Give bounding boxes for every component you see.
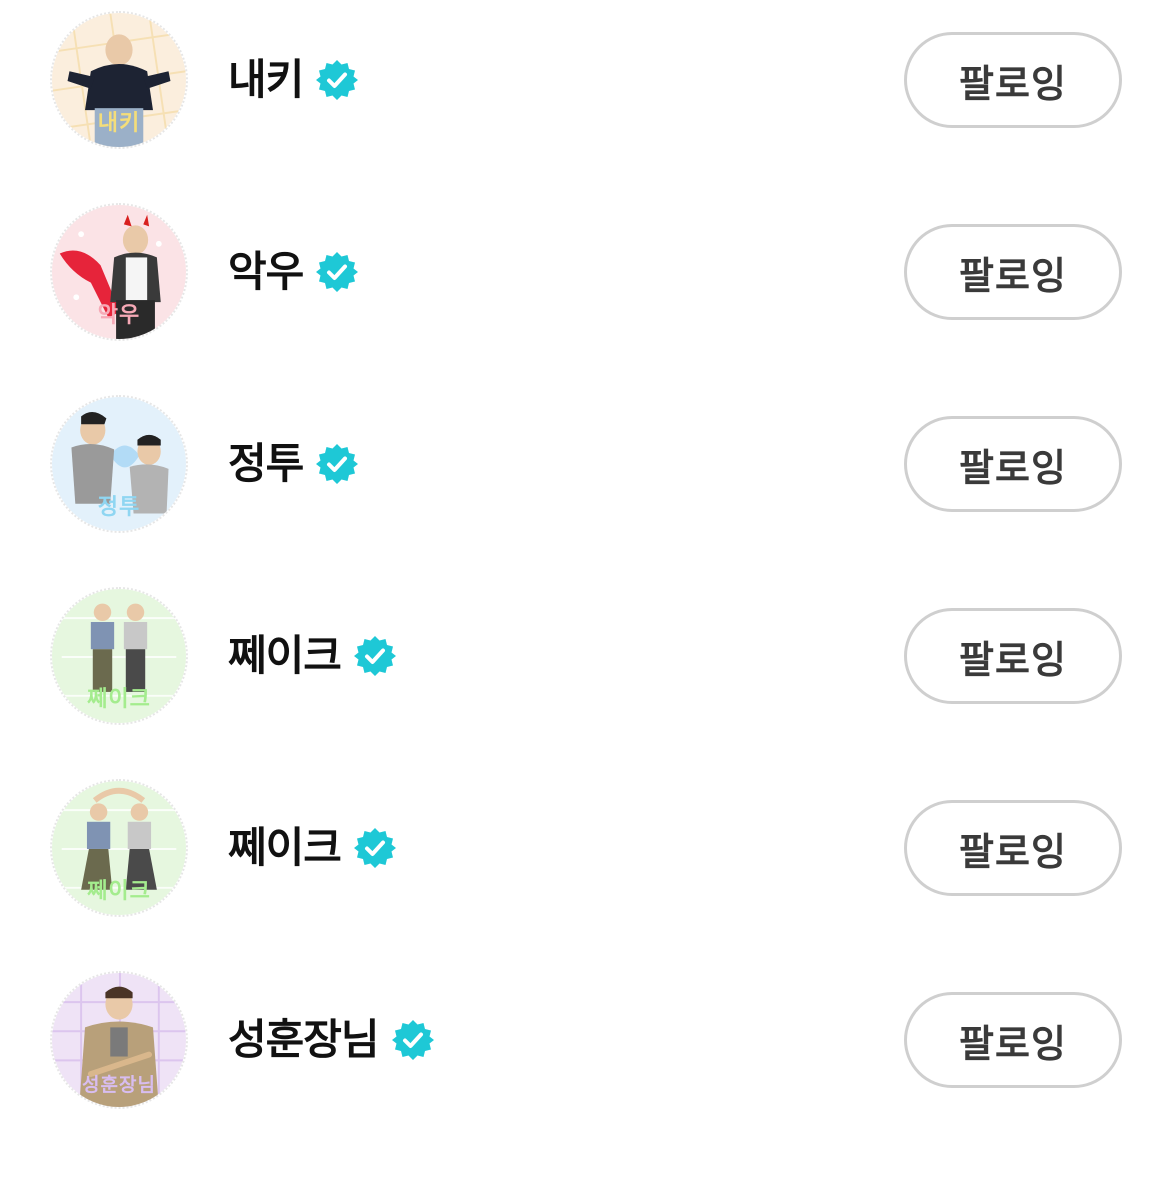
avatar[interactable]: 악우 — [50, 203, 188, 341]
username[interactable]: 내키 — [228, 52, 304, 108]
following-list: 내키 내키 팔로잉 악우 악우 팔로잉 정투 정투 팔로잉 쩨이크 쩨이크 팔로… — [0, 0, 1170, 1190]
following-button[interactable]: 팔로잉 — [904, 608, 1122, 704]
avatar-caption: 쩨이크 — [87, 879, 151, 904]
following-button[interactable]: 팔로잉 — [904, 416, 1122, 512]
avatar-caption: 내키 — [97, 111, 141, 136]
verified-badge-icon — [315, 250, 359, 294]
list-item[interactable]: 정투 정투 팔로잉 — [0, 384, 1170, 544]
following-button[interactable]: 팔로잉 — [904, 992, 1122, 1088]
name-group[interactable]: 쩨이크 — [228, 820, 397, 876]
list-item[interactable]: 악우 악우 팔로잉 — [0, 192, 1170, 352]
avatar[interactable]: 성훈장님 — [50, 971, 188, 1109]
verified-badge-icon — [353, 634, 397, 678]
name-group[interactable]: 성훈장님 — [228, 1012, 435, 1068]
avatar[interactable]: 쩨이크 — [50, 587, 188, 725]
name-group[interactable]: 정투 — [228, 436, 359, 492]
avatar-caption: 성훈장님 — [82, 1074, 156, 1096]
verified-badge-icon — [391, 1018, 435, 1062]
username[interactable]: 쩨이크 — [228, 628, 342, 684]
name-group[interactable]: 쩨이크 — [228, 628, 397, 684]
avatar[interactable]: 내키 — [50, 11, 188, 149]
avatar-caption: 정투 — [97, 495, 141, 520]
following-button[interactable]: 팔로잉 — [904, 800, 1122, 896]
verified-badge-icon — [315, 442, 359, 486]
username[interactable]: 악우 — [228, 244, 304, 300]
list-item[interactable]: 쩨이크 쩨이크 팔로잉 — [0, 576, 1170, 736]
name-group[interactable]: 악우 — [228, 244, 359, 300]
list-item[interactable]: 쩨이크 쩨이크 팔로잉 — [0, 768, 1170, 928]
following-button[interactable]: 팔로잉 — [904, 32, 1122, 128]
avatar-caption: 악우 — [97, 303, 141, 328]
name-group[interactable]: 내키 — [228, 52, 359, 108]
list-item[interactable]: 내키 내키 팔로잉 — [0, 0, 1170, 160]
list-item[interactable]: 성훈장님 성훈장님 팔로잉 — [0, 960, 1170, 1120]
username[interactable]: 쩨이크 — [228, 820, 342, 876]
username[interactable]: 성훈장님 — [228, 1012, 380, 1068]
following-button[interactable]: 팔로잉 — [904, 224, 1122, 320]
avatar[interactable]: 쩨이크 — [50, 779, 188, 917]
verified-badge-icon — [315, 58, 359, 102]
username[interactable]: 정투 — [228, 436, 304, 492]
avatar-caption: 쩨이크 — [87, 687, 151, 712]
avatar[interactable]: 정투 — [50, 395, 188, 533]
verified-badge-icon — [353, 826, 397, 870]
